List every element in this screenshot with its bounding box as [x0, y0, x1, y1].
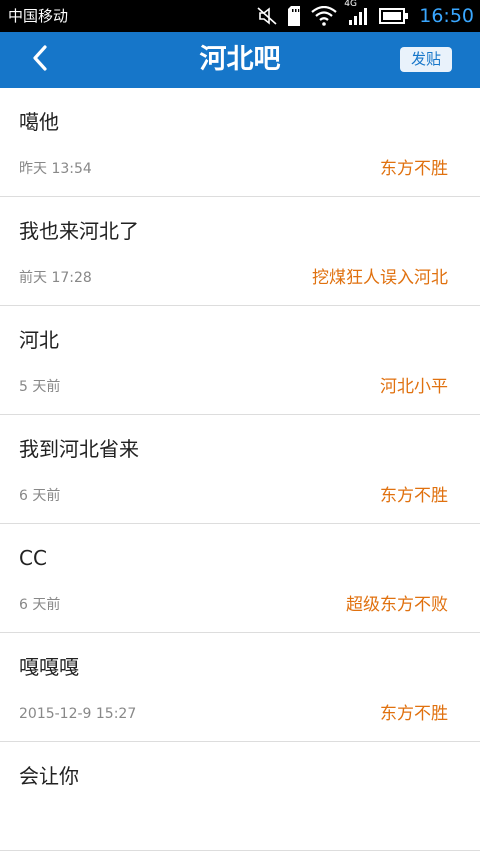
signal-icon: 4G — [344, 0, 369, 26]
network-type-label: 4G — [344, 0, 357, 9]
new-post-button[interactable]: 发贴 — [400, 47, 452, 72]
post-title: 噶他 — [19, 110, 59, 134]
post-time: 6 天前 — [19, 597, 61, 613]
post-time: 6 天前 — [19, 488, 61, 504]
post-author[interactable]: 东方不胜 — [380, 702, 448, 726]
post-time: 昨天 13:54 — [19, 161, 92, 177]
post-title: 河北 — [19, 328, 59, 352]
post-author[interactable]: 东方不胜 — [380, 484, 448, 508]
wifi-icon — [311, 6, 337, 26]
mute-icon — [257, 7, 277, 25]
sd-card-icon — [287, 6, 301, 26]
carrier-name: 中国移动 — [8, 7, 69, 25]
post-author[interactable]: 东方不胜 — [380, 157, 448, 181]
post-time: 前天 17:28 — [19, 270, 92, 286]
status-bar: 中国移动 4G 16:50 — [0, 0, 480, 32]
post-author[interactable]: 河北小平 — [380, 375, 448, 399]
post-title: 我也来河北了 — [19, 219, 139, 243]
post-author[interactable]: 超级东方不败 — [346, 593, 448, 617]
post-list: 噶他 昨天 13:54 东方不胜 我也来河北了 前天 17:28 挖煤狂人误入河… — [0, 88, 480, 851]
status-icons: 4G 16:50 — [257, 0, 474, 32]
post-time: 2015-12-9 15:27 — [19, 706, 137, 722]
list-item[interactable]: CC 6 天前 超级东方不败 — [0, 524, 480, 633]
post-title: CC — [19, 546, 47, 570]
post-title: 嘎嘎嘎 — [19, 655, 79, 679]
post-title: 会让你 — [19, 764, 79, 788]
post-author[interactable]: 挖煤狂人误入河北 — [312, 266, 448, 290]
title-bar: 河北吧 发贴 — [0, 32, 480, 88]
list-item[interactable]: 噶他 昨天 13:54 东方不胜 — [0, 88, 480, 197]
post-title: 我到河北省来 — [19, 437, 139, 461]
post-time: 5 天前 — [19, 379, 61, 395]
list-item[interactable]: 我也来河北了 前天 17:28 挖煤狂人误入河北 — [0, 197, 480, 306]
clock: 16:50 — [419, 5, 474, 27]
list-item[interactable]: 河北 5 天前 河北小平 — [0, 306, 480, 415]
list-item[interactable]: 嘎嘎嘎 2015-12-9 15:27 东方不胜 — [0, 633, 480, 742]
list-item[interactable]: 会让你 — [0, 742, 480, 851]
list-item[interactable]: 我到河北省来 6 天前 东方不胜 — [0, 415, 480, 524]
battery-icon — [379, 8, 409, 24]
